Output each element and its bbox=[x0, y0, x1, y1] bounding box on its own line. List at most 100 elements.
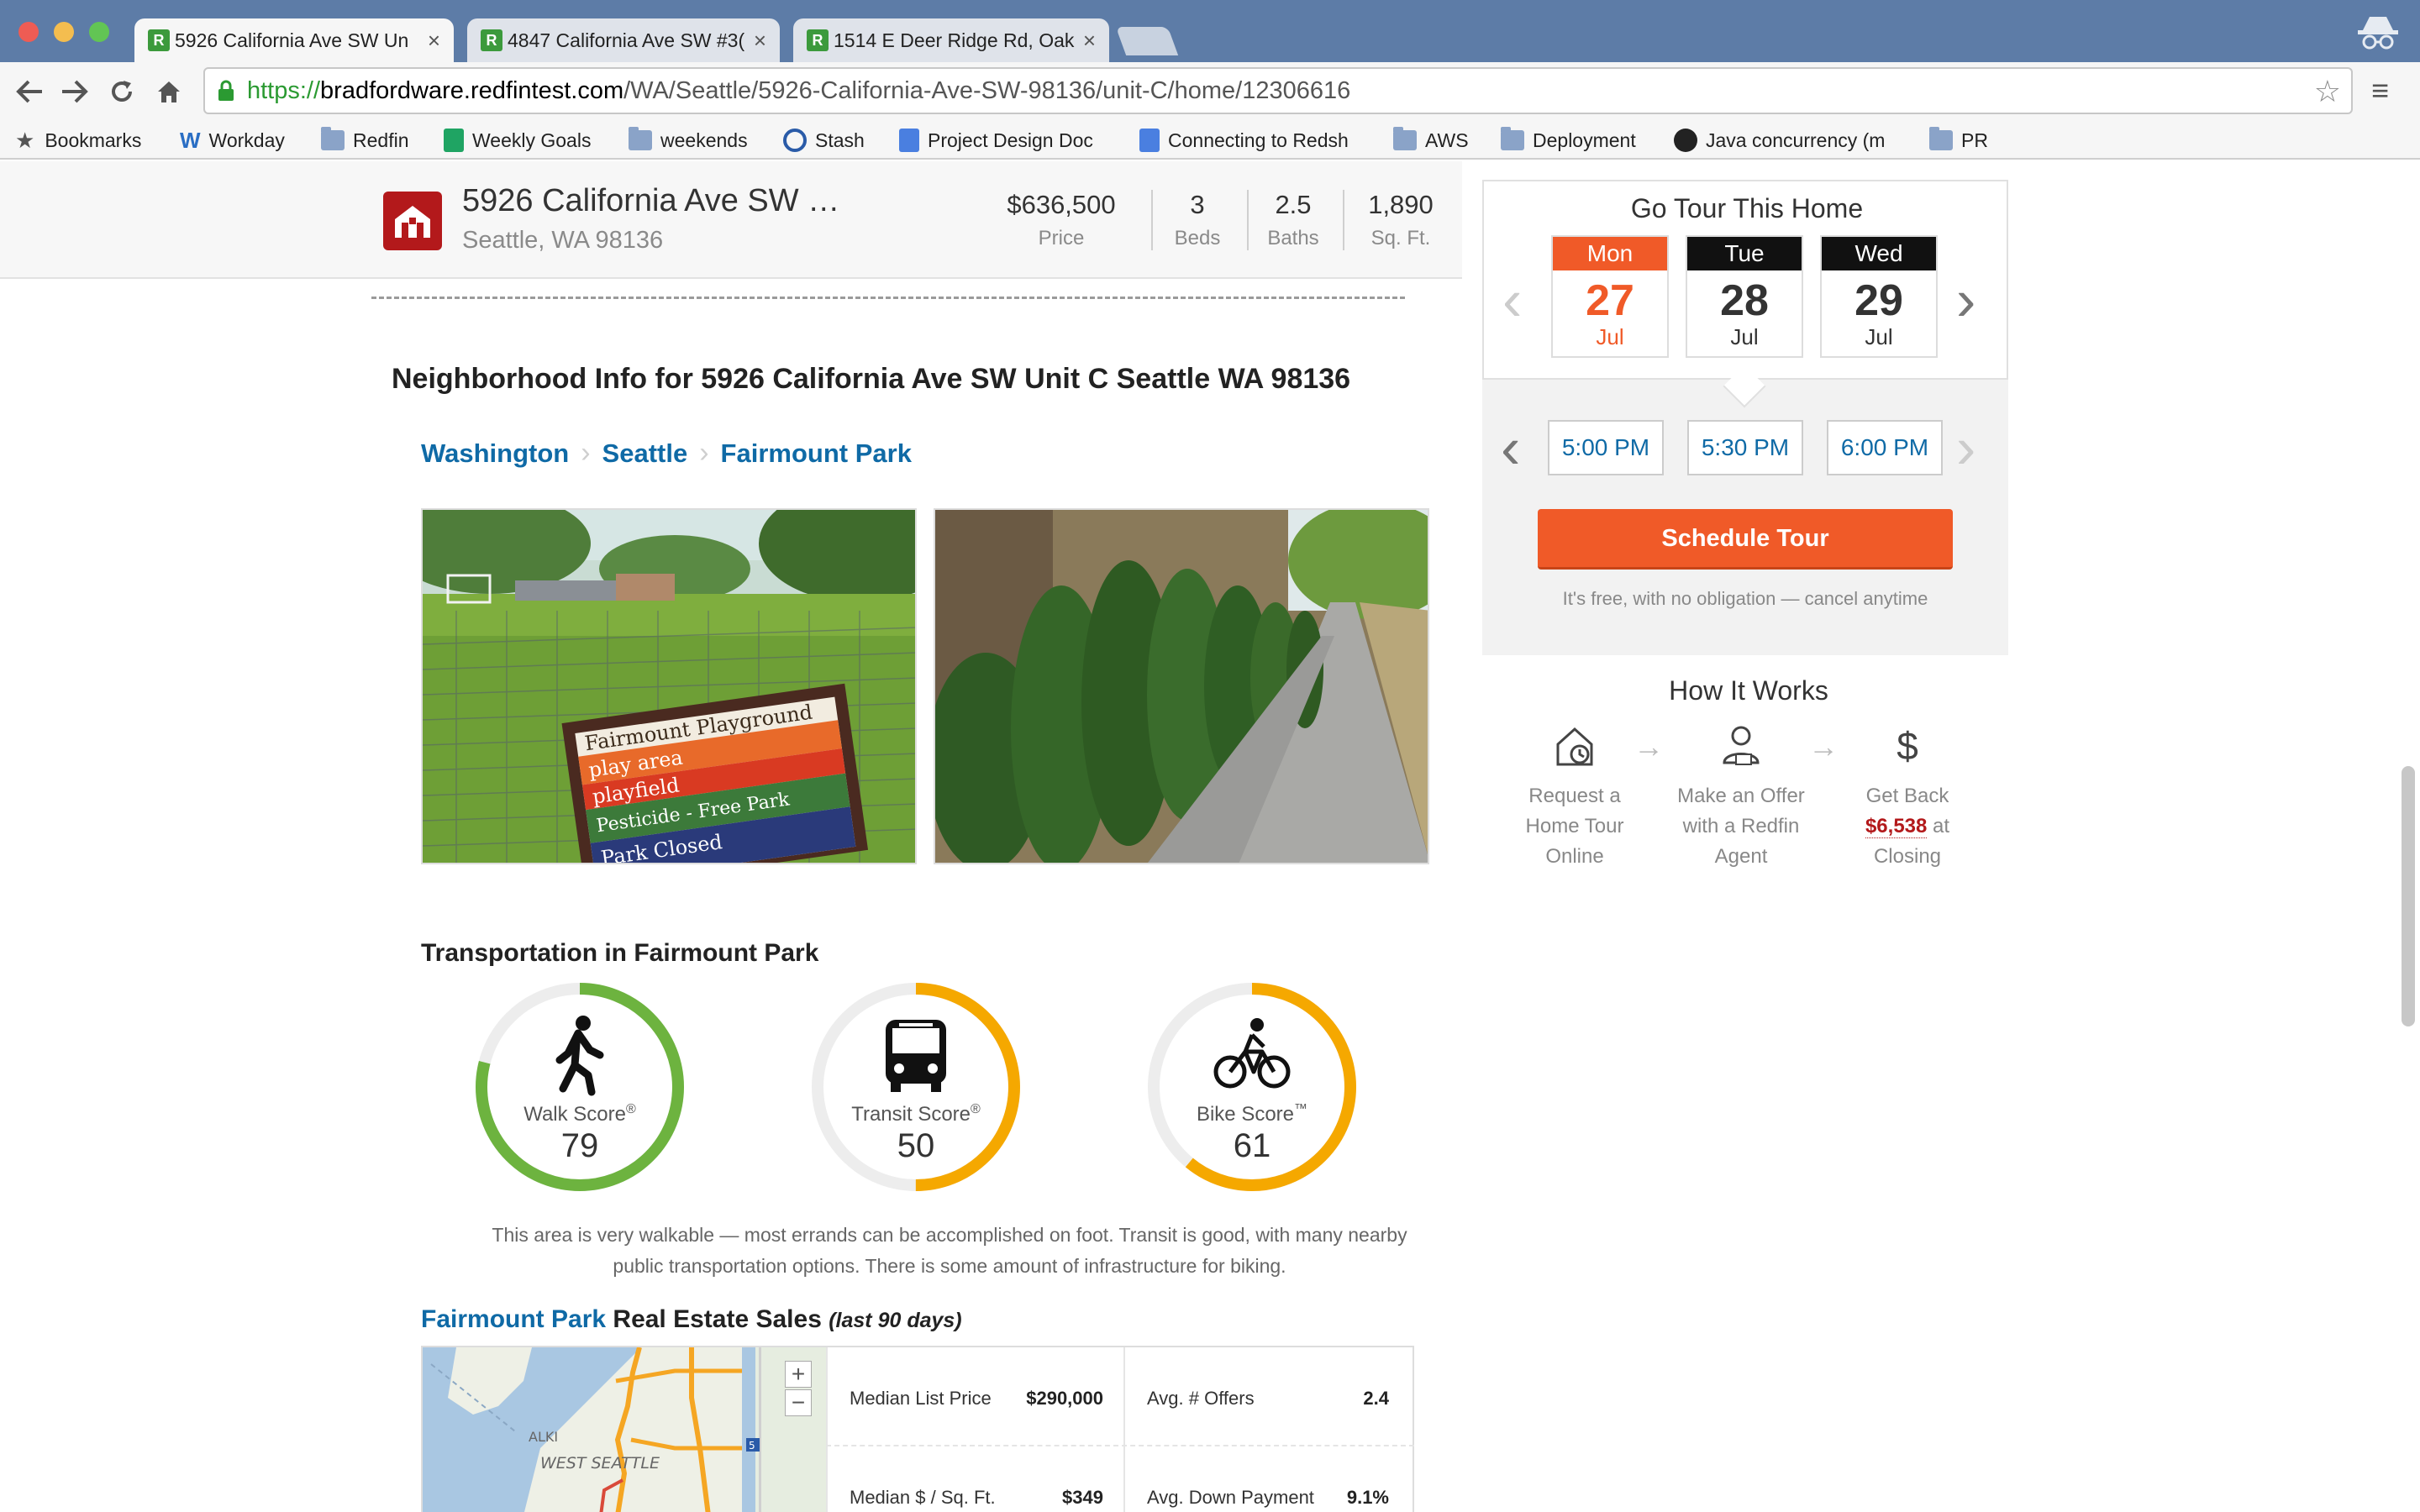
breadcrumb-fairmount-park[interactable]: Fairmount Park bbox=[721, 438, 912, 469]
how-step-make-offer: Make an Offer with a Redfin Agent bbox=[1665, 721, 1817, 872]
dollar-icon: $ bbox=[1897, 724, 1918, 768]
github-icon bbox=[1674, 129, 1697, 152]
bookmark-redfin[interactable]: Redfin bbox=[321, 126, 408, 155]
redfin-favicon-icon: R bbox=[148, 29, 170, 51]
forward-arrow-icon[interactable] bbox=[54, 71, 96, 113]
bookmark-label: AWS bbox=[1425, 129, 1469, 151]
transit-score-label: Transit Score® bbox=[808, 1102, 1023, 1126]
time-slot-600[interactable]: 6:00 PM bbox=[1827, 420, 1943, 475]
stat-divider bbox=[1151, 190, 1153, 250]
time-slot-500[interactable]: 5:00 PM bbox=[1548, 420, 1664, 475]
address-bar[interactable]: https://bradfordware.redfintest.com/WA/S… bbox=[203, 67, 2353, 114]
time-next-arrow-icon[interactable]: › bbox=[1956, 418, 1975, 477]
stat-label: Price bbox=[1038, 227, 1085, 249]
step-line-suffix: at bbox=[1933, 815, 1950, 837]
sales-heading-text: Real Estate Sales bbox=[606, 1305, 829, 1333]
folder-icon bbox=[1393, 127, 1417, 150]
refund-amount[interactable]: $6,538 bbox=[1865, 815, 1928, 838]
window-zoom-button[interactable] bbox=[89, 22, 109, 42]
browser-tab-2[interactable]: R 4847 California Ave SW #3( × bbox=[467, 18, 780, 62]
tour-scheduler: Go Tour This Home ‹ Mon 27 Jul Tue 28 Ju… bbox=[1482, 180, 2008, 655]
walk-score-label: Walk Score® bbox=[472, 1102, 687, 1126]
time-slot-530[interactable]: 5:30 PM bbox=[1687, 420, 1803, 475]
bookmark-weekends[interactable]: weekends bbox=[629, 126, 748, 155]
map-zoom-in-button[interactable]: + bbox=[785, 1361, 812, 1388]
hamburger-menu-icon[interactable]: ≡ bbox=[2371, 76, 2402, 106]
day-month: Jul bbox=[1865, 324, 1893, 349]
tab-close-icon[interactable]: × bbox=[428, 28, 440, 54]
window-close-button[interactable] bbox=[18, 22, 39, 42]
sales-map[interactable]: 5 ALKI WEST SEATTLE + − bbox=[423, 1347, 826, 1512]
bike-score-badge[interactable]: Bike Score™ 61 bbox=[1144, 979, 1360, 1194]
bookmark-aws[interactable]: AWS bbox=[1393, 126, 1469, 155]
schedule-tour-button[interactable]: Schedule Tour bbox=[1538, 509, 1953, 570]
bookmark-label: Redfin bbox=[353, 129, 409, 151]
page-scrollbar[interactable] bbox=[2402, 766, 2415, 1026]
agent-icon bbox=[1716, 721, 1766, 771]
neighborhood-photo-sidewalk[interactable] bbox=[934, 508, 1429, 864]
new-tab-button[interactable] bbox=[1115, 27, 1179, 55]
home-icon[interactable] bbox=[148, 71, 190, 113]
tour-free-note: It's free, with no obligation — cancel a… bbox=[1562, 588, 1928, 609]
how-it-works-title: How It Works bbox=[1669, 675, 1828, 706]
tab-close-icon[interactable]: × bbox=[1083, 28, 1096, 54]
bookmark-workday[interactable]: W Workday bbox=[180, 126, 285, 155]
stat-divider bbox=[1247, 190, 1249, 250]
tour-day-mon[interactable]: Mon 27 Jul bbox=[1551, 235, 1669, 358]
tab-close-icon[interactable]: × bbox=[754, 28, 766, 54]
sales-column-divider bbox=[826, 1347, 828, 1512]
score-title: Transit Score bbox=[851, 1103, 971, 1126]
tour-day-tue[interactable]: Tue 28 Jul bbox=[1686, 235, 1803, 358]
breadcrumb-washington[interactable]: Washington bbox=[421, 438, 569, 469]
docs-icon bbox=[1139, 129, 1160, 152]
browser-tab-3[interactable]: R 1514 E Deer Ridge Rd, Oak × bbox=[793, 18, 1109, 62]
redfin-logo-icon[interactable] bbox=[383, 192, 442, 250]
map-label-west-seattle: WEST SEATTLE bbox=[540, 1454, 660, 1473]
window-minimize-button[interactable] bbox=[54, 22, 74, 42]
folder-icon bbox=[1501, 127, 1524, 150]
back-arrow-icon[interactable] bbox=[8, 71, 50, 113]
breadcrumb: Washington › Seattle › Fairmount Park bbox=[421, 437, 912, 470]
url-scheme: https:// bbox=[247, 76, 321, 104]
breadcrumb-seattle[interactable]: Seattle bbox=[602, 438, 688, 469]
chevron-right-icon: › bbox=[699, 437, 709, 469]
bookmark-project-design-doc[interactable]: Project Design Doc bbox=[899, 126, 1093, 155]
map-label-alki: ALKI bbox=[529, 1429, 558, 1445]
incognito-profile-icon[interactable] bbox=[2353, 13, 2403, 55]
bookmark-deployment[interactable]: Deployment bbox=[1501, 126, 1636, 155]
sales-stat-label: Median $ / Sq. Ft. bbox=[850, 1487, 996, 1508]
bookmark-connecting-to-redshift[interactable]: Connecting to Redsh bbox=[1139, 126, 1349, 155]
time-prev-arrow-icon[interactable]: ‹ bbox=[1501, 418, 1520, 477]
browser-tab-1[interactable]: R 5926 California Ave SW Un × bbox=[134, 18, 454, 62]
stat-sqft: 1,890 Sq. Ft. bbox=[1353, 190, 1449, 250]
how-step-text: Request a Home Tour Online bbox=[1499, 781, 1650, 872]
reload-icon[interactable] bbox=[101, 71, 143, 113]
how-step-get-back: $ Get Back $6,538 at Closing bbox=[1832, 721, 1983, 872]
redfin-favicon-icon: R bbox=[807, 29, 829, 51]
sales-column-divider bbox=[1123, 1347, 1125, 1512]
walk-score-badge[interactable]: Walk Score® 79 bbox=[472, 979, 687, 1194]
sales-neighborhood-link[interactable]: Fairmount Park bbox=[421, 1305, 606, 1333]
stat-label: Beds bbox=[1174, 227, 1221, 249]
bookmark-label: Connecting to Redsh bbox=[1168, 129, 1349, 151]
tour-date-picker: Go Tour This Home ‹ Mon 27 Jul Tue 28 Ju… bbox=[1482, 180, 2008, 380]
tour-day-wed[interactable]: Wed 29 Jul bbox=[1820, 235, 1938, 358]
bookmark-bookmarks[interactable]: ★ Bookmarks bbox=[15, 126, 141, 155]
bookmark-java-concurrency[interactable]: Java concurrency (m bbox=[1674, 126, 1885, 155]
bookmark-stash[interactable]: Stash bbox=[783, 126, 865, 155]
map-zoom-out-button[interactable]: − bbox=[785, 1389, 812, 1416]
stat-divider bbox=[1343, 190, 1344, 250]
bookmark-pr[interactable]: PR bbox=[1929, 126, 1988, 155]
neighborhood-photo-playground[interactable]: Fairmount Playground play area playfield… bbox=[421, 508, 917, 864]
transit-score-badge[interactable]: Transit Score® 50 bbox=[808, 979, 1023, 1194]
day-date: 28 bbox=[1720, 276, 1769, 325]
stat-beds: 3 Beds bbox=[1160, 190, 1235, 250]
sales-stat-value: 2.4 bbox=[1363, 1388, 1389, 1409]
date-next-arrow-icon[interactable]: › bbox=[1956, 270, 1975, 329]
how-step-text: Make an Offer with a Redfin Agent bbox=[1665, 781, 1817, 872]
bookmark-star-icon[interactable]: ☆ bbox=[2314, 74, 2341, 109]
bookmark-weekly-goals[interactable]: Weekly Goals bbox=[444, 126, 591, 155]
tour-title: Go Tour This Home bbox=[1630, 193, 1864, 223]
date-prev-arrow-icon[interactable]: ‹ bbox=[1502, 270, 1522, 329]
how-step-text: Get Back $6,538 at Closing bbox=[1832, 781, 1983, 872]
